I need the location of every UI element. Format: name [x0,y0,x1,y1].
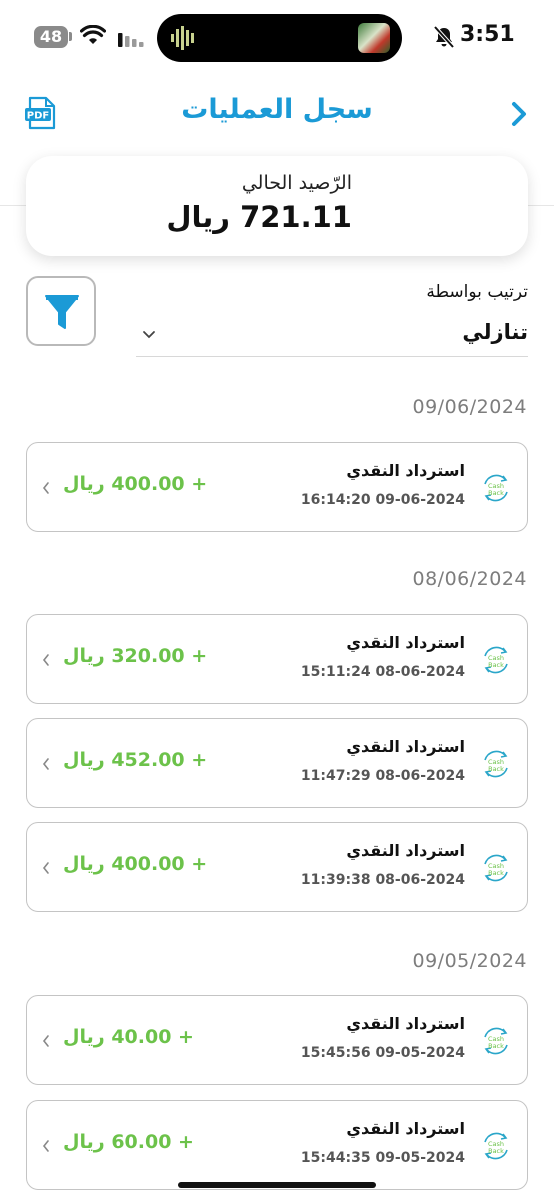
bell-muted-icon [434,26,454,48]
battery-tip [69,32,72,41]
cashback-line2: Back [488,489,504,497]
cashback-icon: CashBack [484,474,508,502]
chevron-left-icon [42,1035,49,1047]
transaction-amount: + 400.00 ريال [63,853,208,875]
cashback-line2: Back [488,661,504,669]
filter-icon [45,295,79,329]
chevron-left-icon [42,758,49,770]
wifi-icon [80,25,106,44]
transaction-title: استرداد النقدي [346,737,465,756]
transaction-title: استرداد النقدي [346,633,465,652]
cashback-icon: CashBack [484,646,508,674]
chevron-down-icon [143,331,155,339]
cashback-icon: CashBack [484,1132,508,1160]
transaction-timestamp: 11:39:38 08-06-2024 [300,872,465,888]
cashback-line2: Back [488,1147,504,1155]
transaction-amount: + 452.00 ريال [63,749,208,771]
status-bar: 48 3:51 [0,0,554,76]
transaction-timestamp: 11:47:29 08-06-2024 [300,768,465,784]
home-indicator [178,1182,376,1188]
chevron-left-icon [42,654,49,666]
cashback-icon: CashBack [484,854,508,882]
transaction-row[interactable]: Cash Back استرداد النقدي 11:39:38 08-06-202… [26,822,528,912]
date-header: 09/06/2024 [412,396,527,418]
transaction-row[interactable]: Cash Back استرداد النقدي 15:45:56 09-05-202… [26,995,528,1085]
status-time: 3:51 [460,22,515,47]
cashback-line2: Back [488,1042,504,1050]
transaction-timestamp: 15:44:35 09-05-2024 [300,1150,465,1166]
page-title: سجل العمليات [181,94,373,125]
header: PDF سجل العمليات [0,80,554,150]
transaction-timestamp: 16:14:20 09-06-2024 [300,492,465,508]
cashback-line2: Back [488,869,504,877]
balance-value: 721.11 ريال [166,200,352,234]
filter-button[interactable] [26,276,96,346]
transaction-amount: + 40.00 ريال [63,1026,194,1048]
transaction-timestamp: 15:11:24 08-06-2024 [300,664,465,680]
transaction-amount: + 320.00 ريال [63,645,208,667]
audio-wave-icon [171,26,194,50]
cashback-line2: Back [488,765,504,773]
transaction-amount: + 400.00 ريال [63,473,208,495]
transaction-row[interactable]: Cash Back استرداد النقدي 11:47:29 08-06-202… [26,718,528,808]
transaction-row[interactable]: Cash Back استرداد النقدي 15:44:35 09-05-202… [26,1100,528,1190]
dynamic-island [157,14,402,62]
cashback-icon: CashBack [484,750,508,778]
transaction-row[interactable]: Cash Back استرداد النقدي 16:14:20 09-06-202… [26,442,528,532]
balance-label: الرّصيد الحالي [241,172,352,194]
date-header: 09/05/2024 [412,950,527,972]
date-header: 08/06/2024 [412,568,527,590]
sort-value: تنازلي [462,320,528,344]
chevron-left-icon [42,1140,49,1152]
album-art-thumbnail[interactable] [358,23,390,53]
chevron-left-icon [42,862,49,874]
transaction-title: استرداد النقدي [346,1119,465,1138]
balance-card: الرّصيد الحالي 721.11 ريال [26,156,528,256]
transaction-timestamp: 15:45:56 09-05-2024 [300,1045,465,1061]
transaction-title: استرداد النقدي [346,461,465,480]
back-chevron-icon[interactable] [510,100,528,128]
transaction-row[interactable]: Cash Back استرداد النقدي 15:11:24 08-06-202… [26,614,528,704]
chevron-left-icon [42,482,49,494]
cashback-icon: CashBack [484,1027,508,1055]
transaction-amount: + 60.00 ريال [63,1131,194,1153]
sort-dropdown[interactable]: تنازلي [136,314,528,357]
transaction-title: استرداد النقدي [346,841,465,860]
signal-icon [118,33,144,47]
battery-icon: 48 [34,26,68,48]
sort-label: ترتيب بواسطة [426,282,528,302]
transaction-title: استرداد النقدي [346,1014,465,1033]
